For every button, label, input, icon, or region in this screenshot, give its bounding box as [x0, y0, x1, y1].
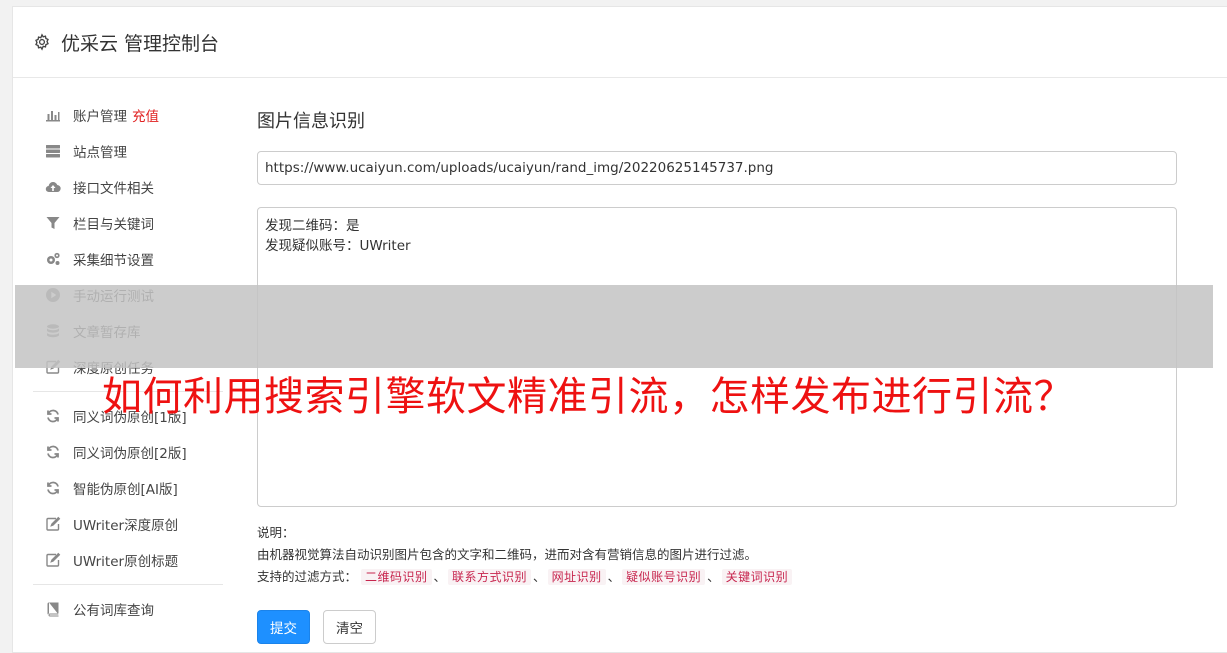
page-title: 优采云 管理控制台 [61, 32, 220, 55]
clear-button[interactable]: 清空 [323, 610, 376, 644]
filter-tag: 网址识别 [547, 569, 606, 585]
sidebar-item[interactable]: 账户管理 充值 [33, 97, 223, 133]
note-label: 说明： [257, 525, 295, 540]
sidebar-item[interactable]: 采集细节设置 [33, 241, 223, 277]
sidebar-item[interactable]: 公有词库查询 [33, 591, 223, 627]
server-icon [45, 143, 61, 159]
overlay-banner [15, 285, 1213, 368]
edit-icon [45, 516, 61, 532]
sidebar-item[interactable]: UWriter深度原创 [33, 506, 223, 542]
filter-tag: 二维码识别 [361, 569, 432, 585]
filter-tag: 疑似账号识别 [622, 569, 706, 585]
refresh-icon [45, 408, 61, 424]
refresh-icon [45, 444, 61, 460]
filter-label: 支持的过滤方式： [257, 569, 358, 584]
filter-methods: 支持的过滤方式： 二维码识别、联系方式识别、网址识别、疑似账号识别、关键词识别 [257, 566, 1177, 588]
sidebar-item[interactable]: 接口文件相关 [33, 169, 223, 205]
filter-separator: 、 [533, 569, 546, 584]
note-block: 说明： 由机器视觉算法自动识别图片包含的文字和二维码，进而对含有营销信息的图片进… [257, 522, 1177, 588]
sidebar-item-label: 采集细节设置 [73, 253, 154, 269]
sidebar-item[interactable]: UWriter原创标题 [33, 542, 223, 578]
filter-separator: 、 [607, 569, 621, 584]
refresh-icon [45, 480, 61, 496]
filter-tag: 关键词识别 [721, 569, 793, 585]
gear-icon [35, 33, 49, 51]
sidebar-item-label: 公有词库查询 [73, 603, 154, 619]
sidebar-item-label: UWriter原创标题 [73, 554, 179, 570]
section-heading: 图片信息识别 [257, 111, 365, 132]
cloud-upload-icon [45, 179, 61, 195]
cogs-icon [45, 251, 61, 267]
sidebar-item[interactable]: 栏目与关键词 [33, 205, 223, 241]
sidebar-item-label: 智能伪原创[AI版] [73, 482, 178, 498]
edit-icon [45, 552, 61, 568]
sidebar-item[interactable]: 智能伪原创[AI版] [33, 470, 223, 506]
result-line: 发现二维码：是 [265, 218, 360, 234]
book-icon [45, 601, 61, 617]
recharge-link[interactable]: 充值 [132, 105, 159, 125]
submit-button[interactable]: 提交 [257, 610, 310, 644]
sidebar-item-label: 站点管理 [73, 145, 127, 161]
filter-tag: 联系方式识别 [448, 569, 532, 585]
sidebar-item[interactable]: 同义词伪原创[2版] [33, 434, 223, 470]
action-buttons: 提交 清空 [257, 610, 1177, 644]
image-url-input[interactable] [257, 151, 1177, 185]
bar-chart-icon [45, 107, 61, 123]
page-header: 优采云 管理控制台 [13, 7, 1227, 78]
sidebar-divider [33, 584, 223, 585]
filter-icon [45, 215, 61, 231]
sidebar-item[interactable]: 站点管理 [33, 133, 223, 169]
sidebar-item-label: 栏目与关键词 [73, 217, 154, 233]
filter-separator: 、 [433, 569, 447, 584]
sidebar-item-label: 接口文件相关 [73, 181, 154, 197]
result-line: 发现疑似账号：UWriter [265, 238, 411, 254]
note-description: 由机器视觉算法自动识别图片包含的文字和二维码，进而对含有营销信息的图片进行过滤。 [257, 547, 758, 562]
sidebar-item-label: 同义词伪原创[2版] [73, 446, 187, 462]
filter-separator: 、 [707, 569, 720, 584]
sidebar-item-label: 账户管理 [73, 109, 127, 125]
overlay-title: 如何利用搜索引擎软文精准引流，怎样发布进行引流？ [102, 374, 1074, 420]
sidebar-item-label: UWriter深度原创 [73, 518, 179, 534]
